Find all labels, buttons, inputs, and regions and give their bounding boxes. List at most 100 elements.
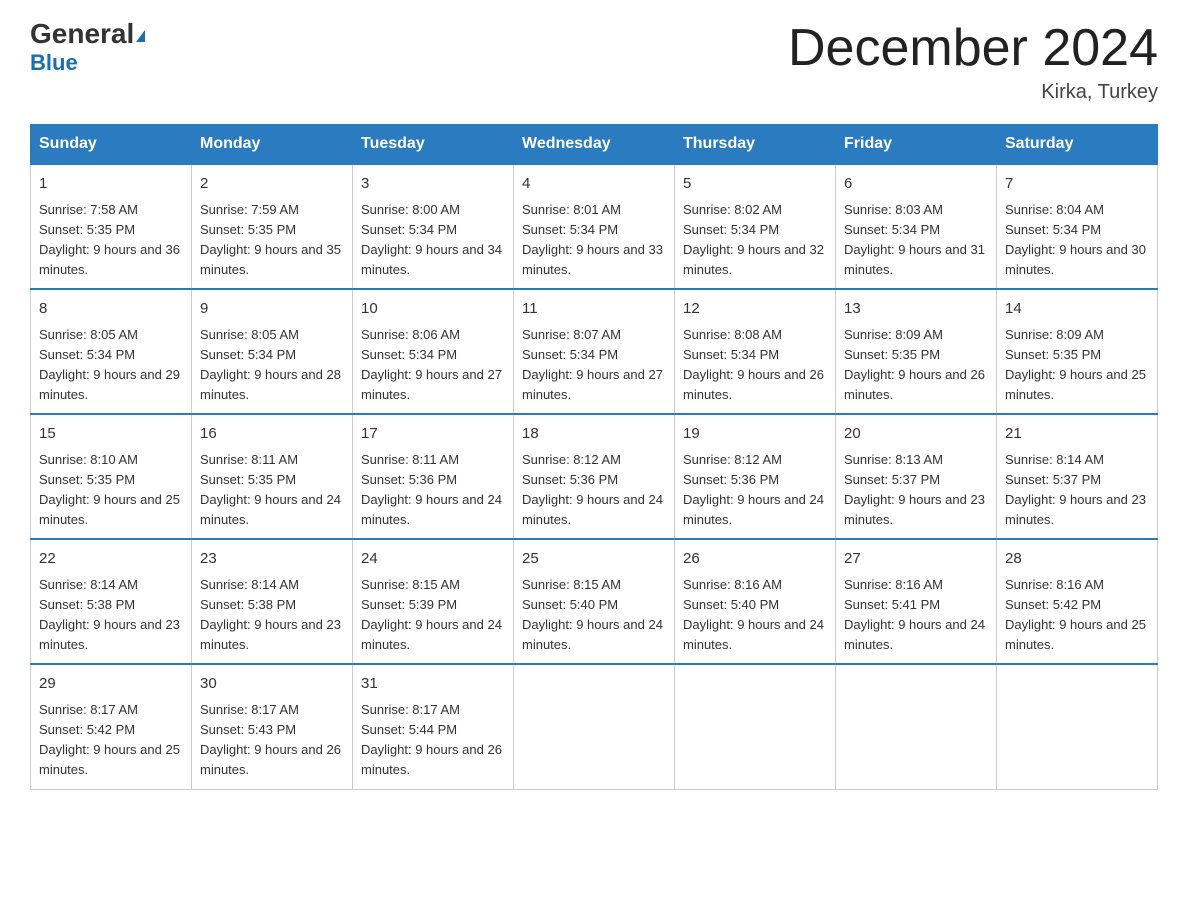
day-number: 30 xyxy=(200,673,344,696)
day-info: Sunrise: 8:05 AMSunset: 5:34 PMDaylight:… xyxy=(200,325,344,406)
day-info: Sunrise: 8:11 AMSunset: 5:35 PMDaylight:… xyxy=(200,450,344,531)
day-number: 19 xyxy=(683,423,827,446)
weekday-sunday: Sunday xyxy=(31,125,192,165)
calendar-cell: 24 Sunrise: 8:15 AMSunset: 5:39 PMDayligh… xyxy=(353,539,514,664)
day-number: 25 xyxy=(522,548,666,571)
day-info: Sunrise: 8:14 AMSunset: 5:37 PMDaylight:… xyxy=(1005,450,1149,531)
calendar-cell: 29 Sunrise: 8:17 AMSunset: 5:42 PMDayligh… xyxy=(31,664,192,789)
day-number: 5 xyxy=(683,173,827,196)
calendar-cell: 11 Sunrise: 8:07 AMSunset: 5:34 PMDayligh… xyxy=(514,289,675,414)
month-title: December 2024 xyxy=(788,20,1158,77)
weekday-friday: Friday xyxy=(836,125,997,165)
weekday-monday: Monday xyxy=(192,125,353,165)
day-info: Sunrise: 8:15 AMSunset: 5:39 PMDaylight:… xyxy=(361,575,505,656)
day-number: 28 xyxy=(1005,548,1149,571)
day-info: Sunrise: 8:12 AMSunset: 5:36 PMDaylight:… xyxy=(683,450,827,531)
calendar-cell: 9 Sunrise: 8:05 AMSunset: 5:34 PMDaylight… xyxy=(192,289,353,414)
day-info: Sunrise: 8:17 AMSunset: 5:43 PMDaylight:… xyxy=(200,700,344,781)
calendar-cell: 18Sunrise: 8:12 AMSunset: 5:36 PMDayligh… xyxy=(514,414,675,539)
day-info: Sunrise: 8:14 AMSunset: 5:38 PMDaylight:… xyxy=(39,575,183,656)
day-number: 20 xyxy=(844,423,988,446)
day-number: 24 xyxy=(361,548,505,571)
calendar-cell xyxy=(997,664,1158,789)
logo-sub: Blue xyxy=(30,50,78,76)
day-number: 1 xyxy=(39,173,183,196)
calendar-cell: 17Sunrise: 8:11 AMSunset: 5:36 PMDayligh… xyxy=(353,414,514,539)
day-info: Sunrise: 8:06 AMSunset: 5:34 PMDaylight:… xyxy=(361,325,505,406)
day-info: Sunrise: 7:58 AMSunset: 5:35 PMDaylight:… xyxy=(39,200,183,281)
calendar-cell: 13Sunrise: 8:09 AMSunset: 5:35 PMDayligh… xyxy=(836,289,997,414)
day-number: 8 xyxy=(39,298,183,321)
calendar-cell: 19 Sunrise: 8:12 AMSunset: 5:36 PMDayligh… xyxy=(675,414,836,539)
calendar-cell: 22 Sunrise: 8:14 AMSunset: 5:38 PMDayligh… xyxy=(31,539,192,664)
day-number: 4 xyxy=(522,173,666,196)
calendar-cell: 27 Sunrise: 8:16 AMSunset: 5:41 PMDayligh… xyxy=(836,539,997,664)
calendar-cell: 31Sunrise: 8:17 AMSunset: 5:44 PMDayligh… xyxy=(353,664,514,789)
day-info: Sunrise: 8:16 AMSunset: 5:41 PMDaylight:… xyxy=(844,575,988,656)
calendar-cell: 25 Sunrise: 8:15 AMSunset: 5:40 PMDayligh… xyxy=(514,539,675,664)
calendar-body: 1 Sunrise: 7:58 AMSunset: 5:35 PMDaylight… xyxy=(31,164,1158,789)
week-row-4: 22 Sunrise: 8:14 AMSunset: 5:38 PMDayligh… xyxy=(31,539,1158,664)
day-info: Sunrise: 8:07 AMSunset: 5:34 PMDaylight:… xyxy=(522,325,666,406)
day-info: Sunrise: 8:17 AMSunset: 5:44 PMDaylight:… xyxy=(361,700,505,781)
location: Kirka, Turkey xyxy=(788,81,1158,104)
calendar-cell xyxy=(675,664,836,789)
day-number: 16 xyxy=(200,423,344,446)
day-info: Sunrise: 8:01 AMSunset: 5:34 PMDaylight:… xyxy=(522,200,666,281)
calendar-cell: 28 Sunrise: 8:16 AMSunset: 5:42 PMDayligh… xyxy=(997,539,1158,664)
logo-main: General xyxy=(30,20,145,48)
weekday-saturday: Saturday xyxy=(997,125,1158,165)
day-info: Sunrise: 8:02 AMSunset: 5:34 PMDaylight:… xyxy=(683,200,827,281)
calendar-cell xyxy=(836,664,997,789)
day-number: 11 xyxy=(522,298,666,321)
logo: General Blue xyxy=(30,20,145,76)
day-number: 9 xyxy=(200,298,344,321)
page-header: General Blue December 2024 Kirka, Turkey xyxy=(30,20,1158,104)
day-number: 2 xyxy=(200,173,344,196)
day-info: Sunrise: 8:05 AMSunset: 5:34 PMDaylight:… xyxy=(39,325,183,406)
day-number: 22 xyxy=(39,548,183,571)
day-number: 17 xyxy=(361,423,505,446)
day-info: Sunrise: 8:13 AMSunset: 5:37 PMDaylight:… xyxy=(844,450,988,531)
weekday-header-row: SundayMondayTuesdayWednesdayThursdayFrid… xyxy=(31,125,1158,165)
day-info: Sunrise: 8:16 AMSunset: 5:42 PMDaylight:… xyxy=(1005,575,1149,656)
calendar-cell: 14Sunrise: 8:09 AMSunset: 5:35 PMDayligh… xyxy=(997,289,1158,414)
calendar-cell: 2 Sunrise: 7:59 AMSunset: 5:35 PMDaylight… xyxy=(192,164,353,289)
day-info: Sunrise: 8:15 AMSunset: 5:40 PMDaylight:… xyxy=(522,575,666,656)
calendar-cell: 6 Sunrise: 8:03 AMSunset: 5:34 PMDaylight… xyxy=(836,164,997,289)
day-info: Sunrise: 8:03 AMSunset: 5:34 PMDaylight:… xyxy=(844,200,988,281)
day-number: 26 xyxy=(683,548,827,571)
calendar-cell: 7 Sunrise: 8:04 AMSunset: 5:34 PMDaylight… xyxy=(997,164,1158,289)
day-number: 7 xyxy=(1005,173,1149,196)
calendar-cell: 5 Sunrise: 8:02 AMSunset: 5:34 PMDaylight… xyxy=(675,164,836,289)
title-block: December 2024 Kirka, Turkey xyxy=(788,20,1158,104)
day-number: 10 xyxy=(361,298,505,321)
calendar-cell: 20 Sunrise: 8:13 AMSunset: 5:37 PMDayligh… xyxy=(836,414,997,539)
day-number: 29 xyxy=(39,673,183,696)
day-number: 27 xyxy=(844,548,988,571)
day-info: Sunrise: 8:10 AMSunset: 5:35 PMDaylight:… xyxy=(39,450,183,531)
day-info: Sunrise: 8:14 AMSunset: 5:38 PMDaylight:… xyxy=(200,575,344,656)
weekday-wednesday: Wednesday xyxy=(514,125,675,165)
calendar-cell: 3Sunrise: 8:00 AMSunset: 5:34 PMDaylight… xyxy=(353,164,514,289)
calendar-cell: 8 Sunrise: 8:05 AMSunset: 5:34 PMDaylight… xyxy=(31,289,192,414)
week-row-3: 15Sunrise: 8:10 AMSunset: 5:35 PMDayligh… xyxy=(31,414,1158,539)
day-info: Sunrise: 8:08 AMSunset: 5:34 PMDaylight:… xyxy=(683,325,827,406)
week-row-5: 29 Sunrise: 8:17 AMSunset: 5:42 PMDayligh… xyxy=(31,664,1158,789)
calendar-cell: 23Sunrise: 8:14 AMSunset: 5:38 PMDayligh… xyxy=(192,539,353,664)
day-info: Sunrise: 8:12 AMSunset: 5:36 PMDaylight:… xyxy=(522,450,666,531)
day-info: Sunrise: 8:17 AMSunset: 5:42 PMDaylight:… xyxy=(39,700,183,781)
calendar-cell: 26Sunrise: 8:16 AMSunset: 5:40 PMDayligh… xyxy=(675,539,836,664)
calendar-cell: 16 Sunrise: 8:11 AMSunset: 5:35 PMDayligh… xyxy=(192,414,353,539)
calendar-cell: 4 Sunrise: 8:01 AMSunset: 5:34 PMDaylight… xyxy=(514,164,675,289)
calendar-cell: 21Sunrise: 8:14 AMSunset: 5:37 PMDayligh… xyxy=(997,414,1158,539)
week-row-1: 1 Sunrise: 7:58 AMSunset: 5:35 PMDaylight… xyxy=(31,164,1158,289)
week-row-2: 8 Sunrise: 8:05 AMSunset: 5:34 PMDaylight… xyxy=(31,289,1158,414)
calendar-cell: 1 Sunrise: 7:58 AMSunset: 5:35 PMDaylight… xyxy=(31,164,192,289)
day-info: Sunrise: 8:00 AMSunset: 5:34 PMDaylight:… xyxy=(361,200,505,281)
calendar-cell: 10 Sunrise: 8:06 AMSunset: 5:34 PMDayligh… xyxy=(353,289,514,414)
day-info: Sunrise: 8:04 AMSunset: 5:34 PMDaylight:… xyxy=(1005,200,1149,281)
day-number: 6 xyxy=(844,173,988,196)
day-number: 14 xyxy=(1005,298,1149,321)
day-info: Sunrise: 7:59 AMSunset: 5:35 PMDaylight:… xyxy=(200,200,344,281)
